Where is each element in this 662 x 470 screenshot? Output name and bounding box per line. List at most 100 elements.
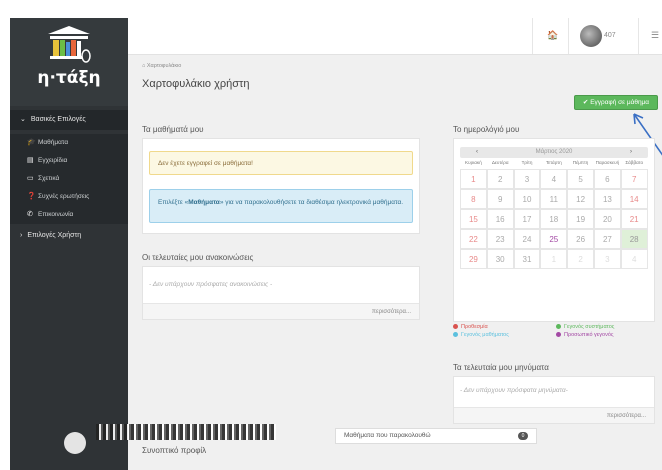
legend-personal-event: Προσωπικό γεγονός [556,332,614,338]
announcements-more-link[interactable]: περισσότερα... [143,303,419,319]
calendar-day-header: Παρασκευή [595,160,620,165]
calendar-day-cell[interactable]: 29 [460,249,487,269]
calendar-day-cell[interactable]: 13 [594,189,621,209]
user-avatar[interactable] [580,25,602,47]
calendar-day-cell[interactable]: 4 [540,169,568,189]
calendar-prev-button[interactable]: ‹ [460,147,494,158]
sidebar: η·τάξη ⌄ Βασικές Επιλογές 🎓 Μαθήματα ▤ Εγχε… [10,18,128,470]
calendar-day-cell[interactable]: 10 [513,189,541,209]
legend-deadline: Προθεσμία [453,324,488,330]
calendar-day-cell[interactable]: 14 [620,189,648,209]
calendar-day-cell[interactable]: 24 [513,229,541,249]
calendar-day-cell[interactable]: 12 [567,189,594,209]
chevron-down-icon: ⌄ [20,116,26,123]
legend-course-event: Γεγονός μαθήματος [453,332,509,338]
no-announcements-text: - Δεν υπάρχουν πρόσφατες ανακοινώσεις - [149,281,273,288]
deadline-dot-icon [453,324,458,330]
profile-title: Συνοπτικό προφίλ [142,446,207,455]
calendar-day-cell[interactable]: 30 [486,249,514,269]
personal-event-dot-icon [556,332,561,338]
calendar-day-cell[interactable]: 2 [486,169,514,189]
sliders-icon[interactable]: ☰ [651,30,659,41]
calendar-title: Το ημερολόγιό μου [453,125,520,134]
calendar-day-cell[interactable]: 25 [540,229,568,249]
user-name[interactable]: 407 [604,32,616,39]
sidebar-item-courses[interactable]: 🎓 Μαθήματα [10,134,128,152]
courses-count-badge: 0 [518,432,528,440]
breadcrumb: ⌂ Χαρτοφυλάκιο [142,63,182,69]
calendar-day-cell[interactable]: 3 [594,249,621,269]
main-content: ⌂ Χαρτοφυλάκιο Χαρτοφυλάκιο χρήστη ✔ Εγγ… [128,54,662,470]
divider [532,18,533,54]
calendar-day-cell[interactable]: 6 [594,169,621,189]
calendar-panel: ‹ Μάρτιος 2020 › Κυριακή Δευτέρα Τρίτη Τετά… [453,138,655,322]
calendar-day-cell[interactable]: 27 [594,229,621,249]
my-courses-panel: Δεν έχετε εγγραφεί σε μαθήματα! Επιλέξτε… [142,138,420,234]
profile-avatar [64,432,86,454]
calendar-day-cell[interactable]: 16 [486,209,514,229]
question-circle-icon: ❓ [27,193,36,200]
logo-text: η·τάξη [37,68,101,88]
calendar-day-header: Δευτέρα [491,160,509,165]
calendar-day-cell[interactable]: 5 [567,169,594,189]
messages-panel: - Δεν υπάρχουν πρόσφατα μηνύματα- περισσ… [453,376,655,424]
calendar-day-header: Τρίτη [521,160,533,165]
calendar-day-cell[interactable]: 28 [620,229,648,249]
divider [638,18,639,54]
calendar-day-cell[interactable]: 21 [620,209,648,229]
phone-icon: ✆ [27,211,33,218]
sidebar-item-manuals[interactable]: ▤ Εγχειρίδια [10,152,128,170]
topbar: 🏠 407 ☰ [128,18,662,55]
courses-link[interactable]: Μαθήματα [188,199,220,206]
calendar-day-cell[interactable]: 31 [513,249,541,269]
calendar-day-cell[interactable]: 23 [486,229,514,249]
system-event-dot-icon [556,324,561,330]
chevron-right-icon: › [20,232,23,239]
calendar-day-header: Τετάρτη [545,160,562,165]
sidebar-user-options-header[interactable]: › Επιλογές Χρήστη [10,226,128,246]
graduation-cap-icon: 🎓 [27,139,36,146]
calendar-month: Μάρτιος 2020 [535,149,573,155]
followed-courses-row[interactable]: Μαθήματα που παρακολουθώ 0 [335,428,537,444]
sidebar-item-faq[interactable]: ❓ Συχνές ερωτήσεις [10,188,128,206]
calendar-day-cell[interactable]: 20 [594,209,621,229]
calendar-day-cell[interactable]: 7 [620,169,648,189]
calendar-day-cell[interactable]: 15 [460,209,487,229]
calendar-day-cell[interactable]: 2 [567,249,594,269]
calendar-day-cell[interactable]: 22 [460,229,487,249]
messages-title: Τα τελευταία μου μηνύματα [453,363,549,372]
calendar-day-cell[interactable]: 4 [620,249,648,269]
courses-info-alert: Επιλέξτε «Μαθήματα» για να παρακολουθήσε… [149,189,413,223]
sidebar-basic-options-header[interactable]: ⌄ Βασικές Επιλογές [10,110,128,130]
home-icon[interactable]: 🏠 [547,30,558,41]
calendar-day-cell[interactable]: 1 [540,249,568,269]
calendar-day-cell[interactable]: 1 [460,169,487,189]
calendar-next-button[interactable]: › [614,147,648,158]
page-title: Χαρτοφυλάκιο χρήστη [142,78,250,90]
no-messages-text: - Δεν υπάρχουν πρόσφατα μηνύματα- [460,387,568,394]
calendar-day-cell[interactable]: 17 [513,209,541,229]
calendar-day-cell[interactable]: 3 [513,169,541,189]
divider [568,18,569,54]
sidebar-item-contact[interactable]: ✆ Επικοινωνία [10,206,128,224]
calendar-day-cell[interactable]: 26 [567,229,594,249]
logo[interactable]: η·τάξη [10,18,128,106]
messages-more-link[interactable]: περισσότερα... [454,407,654,423]
calendar-day-cell[interactable]: 8 [460,189,487,209]
sidebar-item-about[interactable]: ▭ Σχετικά [10,170,128,188]
legend-system-event: Γεγονός συστήματος [556,324,614,330]
calendar-day-cell[interactable]: 19 [567,209,594,229]
announcements-panel: - Δεν υπάρχουν πρόσφατες ανακοινώσεις - … [142,266,420,320]
calendar-day-cell[interactable]: 11 [540,189,568,209]
course-event-dot-icon [453,332,458,338]
calendar-day-cell[interactable]: 9 [486,189,514,209]
book-icon: ▤ [27,157,34,164]
calendar-day-header: Σάββατο [625,160,644,165]
calendar-day-cell[interactable]: 18 [540,209,568,229]
calendar-header: ‹ Μάρτιος 2020 › [460,147,648,158]
app-window: η·τάξη ⌄ Βασικές Επιλογές 🎓 Μαθήματα ▤ Εγχε… [10,18,662,470]
announcements-title: Οι τελευταίες μου ανακοινώσεις [142,253,254,262]
calendar-day-header: Κυριακή [465,160,482,165]
my-courses-title: Τα μαθήματά μου [142,125,204,134]
no-courses-alert: Δεν έχετε εγγραφεί σε μαθήματα! [149,151,413,175]
